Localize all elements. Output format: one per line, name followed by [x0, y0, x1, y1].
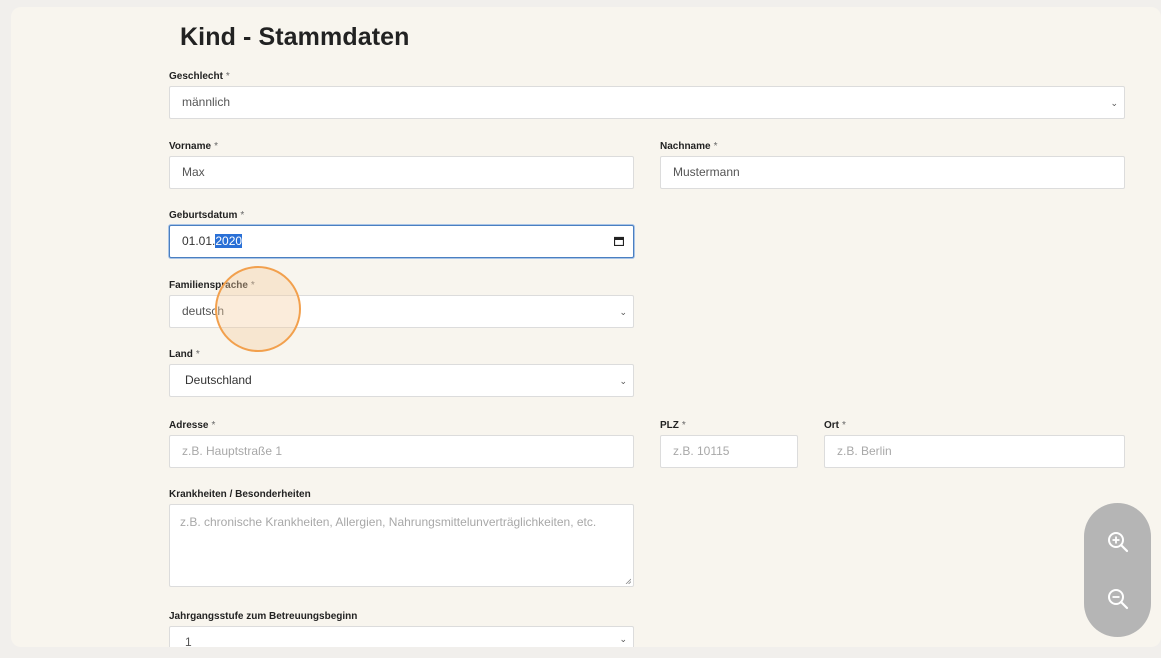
vorname-label: Vorname * [169, 141, 218, 152]
plz-placeholder: z.B. 10115 [673, 444, 730, 458]
nachname-value: Mustermann [673, 165, 740, 179]
krankheiten-label: Krankheiten / Besonderheiten [169, 489, 311, 500]
ort-input[interactable]: z.B. Berlin [824, 435, 1125, 468]
chevron-down-icon: ⌄ [619, 375, 627, 386]
geburtsdatum-label: Geburtsdatum * [169, 210, 245, 221]
chevron-down-icon: ⌄ [619, 634, 627, 644]
krankheiten-placeholder: z.B. chronische Krankheiten, Allergien, … [180, 515, 597, 529]
date-day-month: 01.01. [182, 234, 216, 248]
jahrgangsstufe-select[interactable]: 1 ⌄ [169, 626, 634, 649]
page-title: Kind - Stammdaten [180, 23, 410, 51]
adresse-input[interactable]: z.B. Hauptstraße 1 [169, 435, 634, 468]
chevron-down-icon: ⌄ [619, 306, 627, 317]
land-value: Deutschland [185, 373, 252, 387]
land-select[interactable]: Deutschland ⌄ [169, 364, 634, 397]
adresse-label: Adresse * [169, 420, 216, 431]
date-year-selected: 2020 [215, 234, 243, 248]
nachname-input[interactable]: Mustermann [660, 156, 1125, 189]
calendar-icon[interactable] [614, 236, 624, 246]
vorname-input[interactable]: Max [169, 156, 634, 189]
vorname-value: Max [182, 165, 205, 179]
zoom-out-icon[interactable] [1105, 586, 1131, 612]
krankheiten-textarea[interactable]: z.B. chronische Krankheiten, Allergien, … [169, 504, 634, 587]
nachname-label: Nachname * [660, 141, 718, 152]
zoom-in-icon[interactable] [1105, 529, 1131, 555]
land-label: Land * [169, 349, 200, 360]
ort-label: Ort * [824, 420, 846, 431]
adresse-placeholder: z.B. Hauptstraße 1 [182, 444, 283, 458]
geschlecht-value: männlich [182, 95, 231, 109]
click-highlight [215, 266, 301, 352]
geburtsdatum-input[interactable]: 01.01.2020 [169, 225, 634, 258]
geschlecht-select[interactable]: männlich ⌄ [169, 86, 1125, 119]
chevron-down-icon: ⌄ [1110, 97, 1118, 108]
ort-placeholder: z.B. Berlin [837, 444, 892, 458]
geschlecht-label: Geschlecht * [169, 71, 230, 82]
jahrgangsstufe-label: Jahrgangsstufe zum Betreuungsbeginn [169, 611, 358, 622]
plz-label: PLZ * [660, 420, 686, 431]
resize-handle-icon[interactable] [625, 578, 631, 584]
plz-input[interactable]: z.B. 10115 [660, 435, 798, 468]
zoom-controls [1084, 503, 1151, 637]
